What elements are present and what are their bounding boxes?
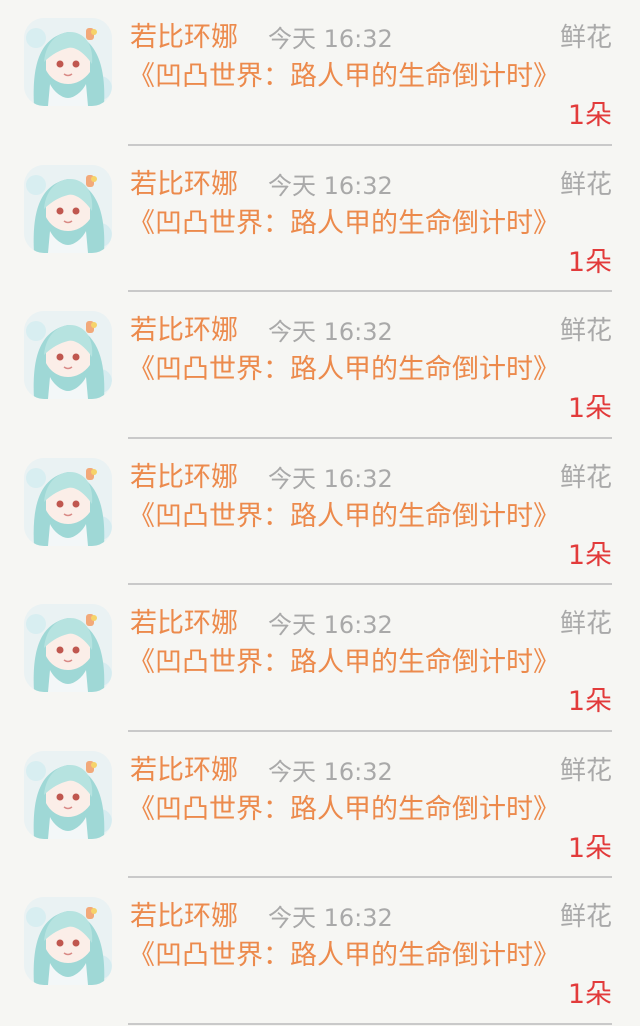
timestamp: 今天 16:32 bbox=[268, 318, 393, 346]
gift-count: 1朵 bbox=[567, 979, 612, 1010]
divider bbox=[128, 876, 612, 878]
user-name[interactable]: 若比环娜 bbox=[130, 753, 238, 789]
gift-count: 1朵 bbox=[567, 100, 612, 131]
gift-record-item[interactable]: 若比环娜 今天 16:32 鲜花 《凹凸世界：路人甲的生命倒计时》 1朵 bbox=[0, 733, 640, 880]
gift-record-list: 若比环娜 今天 16:32 鲜花 《凹凸世界：路人甲的生命倒计时》 1朵 若比环… bbox=[0, 0, 640, 1026]
anime-girl-avatar-icon bbox=[24, 311, 112, 399]
anime-girl-avatar-icon bbox=[24, 164, 112, 253]
anime-girl-avatar-icon bbox=[24, 18, 112, 106]
anime-girl-avatar-icon bbox=[24, 897, 112, 985]
user-name[interactable]: 若比环娜 bbox=[130, 899, 238, 935]
book-title-link[interactable]: 《凹凸世界：路人甲的生命倒计时》 bbox=[128, 351, 560, 389]
gift-type: 鲜花 bbox=[559, 755, 612, 786]
user-avatar[interactable] bbox=[24, 164, 112, 253]
timestamp: 今天 16:32 bbox=[268, 757, 393, 786]
anime-girl-avatar-icon bbox=[24, 457, 112, 546]
gift-type: 鲜花 bbox=[559, 23, 612, 53]
user-avatar[interactable] bbox=[24, 750, 112, 839]
book-title-link[interactable]: 《凹凸世界：路人甲的生命倒计时》 bbox=[128, 791, 560, 829]
book-title-link[interactable]: 《凹凸世界：路人甲的生命倒计时》 bbox=[128, 644, 560, 682]
timestamp: 今天 16:32 bbox=[268, 904, 393, 932]
user-avatar[interactable] bbox=[24, 604, 112, 692]
gift-record-item[interactable]: 若比环娜 今天 16:32 鲜花 《凹凸世界：路人甲的生命倒计时》 1朵 bbox=[0, 293, 640, 440]
gift-count: 1朵 bbox=[567, 686, 612, 717]
gift-record-item[interactable]: 若比环娜 今天 16:32 鲜花 《凹凸世界：路人甲的生命倒计时》 1朵 bbox=[0, 586, 640, 733]
gift-type: 鲜花 bbox=[559, 609, 612, 639]
book-title-link[interactable]: 《凹凸世界：路人甲的生命倒计时》 bbox=[128, 498, 560, 536]
timestamp: 今天 16:32 bbox=[268, 25, 393, 53]
user-avatar[interactable] bbox=[24, 457, 112, 546]
divider bbox=[128, 583, 612, 585]
user-name[interactable]: 若比环娜 bbox=[130, 313, 238, 349]
gift-type: 鲜花 bbox=[559, 169, 612, 200]
gift-type: 鲜花 bbox=[559, 462, 612, 493]
user-avatar[interactable] bbox=[24, 897, 112, 985]
user-avatar[interactable] bbox=[24, 311, 112, 399]
timestamp: 今天 16:32 bbox=[268, 464, 393, 493]
timestamp: 今天 16:32 bbox=[268, 611, 393, 639]
book-title-link[interactable]: 《凹凸世界：路人甲的生命倒计时》 bbox=[128, 937, 560, 975]
gift-count: 1朵 bbox=[567, 246, 612, 278]
user-name[interactable]: 若比环娜 bbox=[130, 167, 238, 203]
divider bbox=[128, 143, 612, 146]
gift-type: 鲜花 bbox=[559, 902, 612, 932]
divider bbox=[128, 729, 612, 732]
book-title-link[interactable]: 《凹凸世界：路人甲的生命倒计时》 bbox=[128, 205, 560, 243]
gift-record-item[interactable]: 若比环娜 今天 16:32 鲜花 《凹凸世界：路人甲的生命倒计时》 1朵 bbox=[0, 147, 640, 294]
user-name[interactable]: 若比环娜 bbox=[130, 460, 238, 496]
gift-count: 1朵 bbox=[567, 539, 612, 571]
user-name[interactable]: 若比环娜 bbox=[130, 606, 238, 642]
gift-type: 鲜花 bbox=[559, 316, 612, 346]
anime-girl-avatar-icon bbox=[24, 604, 112, 692]
gift-count: 1朵 bbox=[567, 832, 612, 864]
divider bbox=[128, 290, 612, 292]
anime-girl-avatar-icon bbox=[24, 750, 112, 839]
timestamp: 今天 16:32 bbox=[268, 171, 393, 200]
gift-count: 1朵 bbox=[567, 393, 612, 424]
user-avatar[interactable] bbox=[24, 18, 112, 106]
gift-record-item[interactable]: 若比环娜 今天 16:32 鲜花 《凹凸世界：路人甲的生命倒计时》 1朵 bbox=[0, 0, 640, 147]
gift-record-item[interactable]: 若比环娜 今天 16:32 鲜花 《凹凸世界：路人甲的生命倒计时》 1朵 bbox=[0, 879, 640, 1026]
book-title-link[interactable]: 《凹凸世界：路人甲的生命倒计时》 bbox=[128, 58, 560, 96]
user-name[interactable]: 若比环娜 bbox=[130, 20, 238, 56]
gift-record-item[interactable]: 若比环娜 今天 16:32 鲜花 《凹凸世界：路人甲的生命倒计时》 1朵 bbox=[0, 440, 640, 587]
divider bbox=[128, 436, 612, 439]
